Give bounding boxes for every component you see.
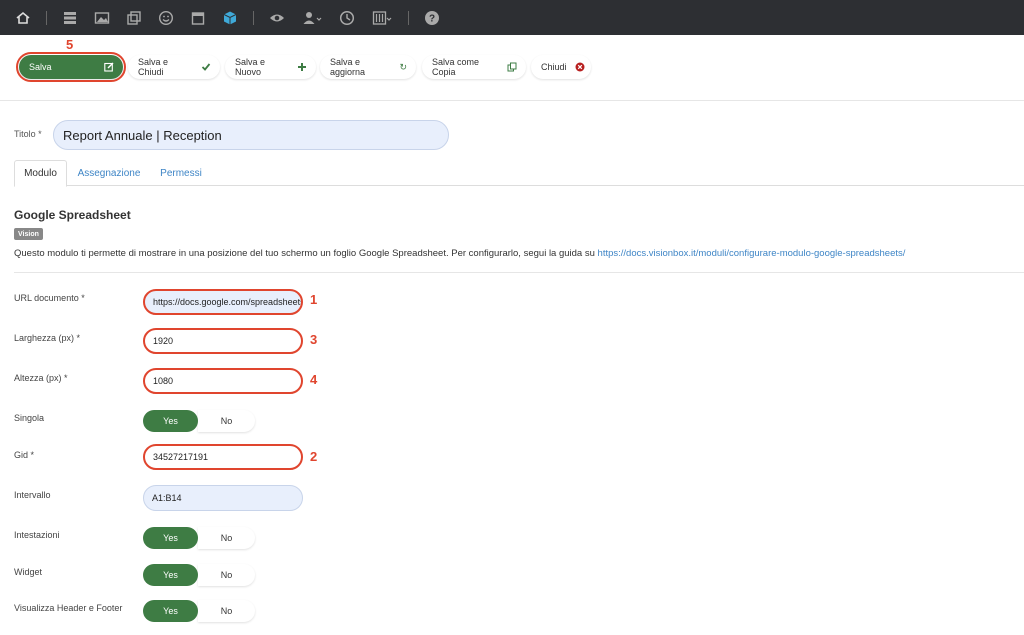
single-no-button[interactable]: No (198, 410, 255, 432)
divider (14, 272, 1024, 273)
annotation-marker-5: 5 (66, 37, 74, 52)
tab-bar: Modulo Assegnazione Permessi (14, 160, 1024, 187)
home-icon[interactable] (14, 9, 32, 27)
gid-input[interactable]: 34527217191 (143, 444, 303, 470)
copy-icon[interactable] (125, 9, 143, 27)
image-icon[interactable] (93, 9, 111, 27)
header-footer-toggle: Yes No (143, 600, 255, 622)
widget-label: Widget (14, 567, 43, 577)
separator (408, 10, 409, 25)
widget-toggle: Yes No (143, 564, 255, 586)
cube-icon[interactable] (221, 9, 239, 27)
headers-label: Intestazioni (14, 530, 60, 540)
url-input[interactable]: https://docs.google.com/spreadsheets (143, 289, 303, 315)
save-as-copy-button[interactable]: Salva come Copia (422, 55, 526, 79)
save-button-label: Salva (29, 62, 52, 72)
check-icon (201, 62, 211, 72)
guide-link[interactable]: https://docs.visionbox.it/moduli/configu… (598, 248, 906, 259)
copy-icon (507, 62, 517, 72)
calendar-icon[interactable] (189, 9, 207, 27)
header-footer-yes-button[interactable]: Yes (143, 600, 198, 622)
close-button[interactable]: Chiudi (531, 55, 591, 79)
description-text: Questo modulo ti permette di mostrare in… (14, 248, 598, 259)
action-toolbar: 5 Salva Salva e Chiudi Salva e Nuovo Sal… (0, 35, 1024, 101)
single-toggle: Yes No (143, 410, 255, 432)
save-and-new-button[interactable]: Salva e Nuovo (225, 55, 316, 79)
help-icon[interactable]: ? (423, 9, 441, 27)
header-footer-label: Visualizza Header e Footer (14, 603, 123, 613)
interval-input[interactable]: A1:B14 (143, 485, 303, 511)
single-yes-button[interactable]: Yes (143, 410, 198, 432)
refresh-icon: ↻ (399, 61, 407, 72)
title-label: Titolo * (14, 129, 42, 139)
annotation-marker-2: 2 (310, 449, 318, 464)
interval-label: Intervallo (14, 490, 51, 500)
save-and-new-label: Salva e Nuovo (235, 57, 266, 77)
annotation-marker-3: 3 (310, 332, 318, 347)
annotation-marker-1: 1 (310, 292, 318, 307)
separator (46, 10, 47, 25)
sliders-icon[interactable] (370, 9, 394, 27)
section-title: Google Spreadsheet (14, 208, 131, 222)
width-input[interactable]: 1920 (143, 328, 303, 354)
save-and-update-button[interactable]: Salva e aggiorna ↻ (320, 55, 416, 79)
section-description: Questo modulo ti permette di mostrare in… (14, 248, 905, 259)
list-icon[interactable] (61, 9, 79, 27)
tab-permessi[interactable]: Permessi (152, 160, 210, 186)
headers-toggle: Yes No (143, 527, 255, 549)
save-and-close-label: Salva e Chiudi (138, 57, 169, 77)
headers-no-button[interactable]: No (198, 527, 255, 549)
eye-icon[interactable] (268, 9, 286, 27)
url-label: URL documento * (14, 293, 85, 303)
header-footer-no-button[interactable]: No (198, 600, 255, 622)
widget-yes-button[interactable]: Yes (143, 564, 198, 586)
height-input[interactable]: 1080 (143, 368, 303, 394)
save-and-close-button[interactable]: Salva e Chiudi (128, 55, 220, 79)
width-label: Larghezza (px) * (14, 333, 81, 343)
title-input[interactable]: Report Annuale | Reception (53, 120, 449, 150)
svg-text:?: ? (429, 13, 435, 24)
edit-icon (104, 62, 114, 72)
user-icon[interactable] (300, 9, 324, 27)
smile-icon[interactable] (157, 9, 175, 27)
tab-modulo[interactable]: Modulo (14, 160, 67, 187)
plus-icon (297, 62, 307, 72)
clock-icon[interactable] (338, 9, 356, 27)
widget-no-button[interactable]: No (198, 564, 255, 586)
gid-label: Gid * (14, 450, 35, 460)
separator (253, 10, 254, 25)
tab-assegnazione[interactable]: Assegnazione (72, 160, 146, 186)
height-label: Altezza (px) * (14, 373, 68, 383)
save-button[interactable]: Salva (16, 52, 126, 82)
save-and-update-label: Salva e aggiorna (330, 57, 366, 77)
save-as-copy-label: Salva come Copia (432, 57, 480, 77)
close-label: Chiudi (541, 62, 567, 72)
vision-badge: Vision (14, 228, 43, 240)
top-admin-bar: ? (0, 0, 1024, 35)
headers-yes-button[interactable]: Yes (143, 527, 198, 549)
annotation-marker-4: 4 (310, 372, 318, 387)
close-icon (575, 62, 585, 72)
single-label: Singola (14, 413, 45, 423)
